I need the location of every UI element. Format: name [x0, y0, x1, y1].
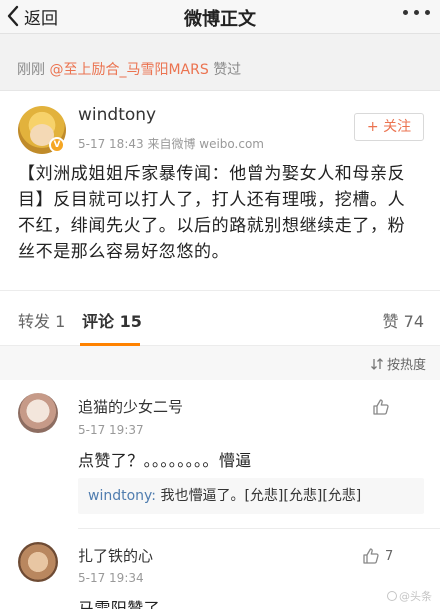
comment-reply[interactable]: windtony: 我也懵逼了。[允悲][允悲][允悲] — [78, 478, 424, 514]
sort-label: 按热度 — [386, 358, 426, 373]
page-title: 微博正文 — [184, 9, 256, 30]
comment-text: 马雪阳赞了 — [78, 599, 161, 609]
verified-badge-icon: V — [49, 137, 65, 153]
comment-list: 追猫的少女二号 5-17 19:37 点赞了？。。。。。。。。懵逼 windto… — [0, 380, 440, 609]
sort-button[interactable]: 按热度 — [370, 354, 426, 373]
weibo-logo-icon — [387, 591, 397, 601]
comment-like-count: 7 — [385, 549, 394, 564]
more-icon[interactable] — [403, 10, 430, 15]
reply-username[interactable]: windtony: — [88, 488, 156, 504]
comment-avatar[interactable] — [18, 542, 58, 582]
tab-repost[interactable]: 转发 1 — [18, 308, 65, 332]
watermark: @头条 — [387, 588, 432, 604]
comment-divider — [78, 528, 440, 529]
comment-avatar[interactable] — [18, 393, 58, 433]
liked-user-link[interactable]: @至上励合_马雪阳MARS — [49, 62, 208, 78]
comment-username[interactable]: 扎了铁的心 — [78, 545, 153, 566]
post-content: 【刘洲成姐姐斥家暴传闻：他曾为娶女人和母亲反目】反目就可以打人了，打人还有理哦，… — [18, 164, 406, 262]
comment-username[interactable]: 追猫的少女二号 — [78, 396, 183, 417]
sort-bar: 按热度 — [0, 346, 440, 380]
post-meta: 5-17 18:43 来自微博 weibo.com — [78, 137, 264, 151]
weibo-post: V windtony 5-17 18:43 来自微博 weibo.com + 关… — [0, 90, 440, 290]
follow-button[interactable]: + 关注 — [354, 113, 424, 141]
post-username[interactable]: windtony — [78, 105, 156, 125]
comment-time: 5-17 19:37 — [78, 423, 144, 437]
comment-text: 点赞了？。。。。。。。。懵逼 — [78, 451, 252, 470]
nav-bar: 返回 微博正文 — [0, 0, 440, 34]
thumbs-up-icon[interactable] — [372, 398, 390, 416]
thumbs-up-icon[interactable] — [362, 547, 380, 565]
reply-text: 我也懵逼了。[允悲][允悲][允悲] — [156, 488, 362, 504]
liked-time: 刚刚 — [17, 62, 45, 78]
liked-action: 赞过 — [213, 62, 242, 78]
watermark-text: @头条 — [399, 590, 432, 603]
tab-likes[interactable]: 赞 74 — [383, 308, 424, 332]
liked-notice: 刚刚 @至上励合_马雪阳MARS 赞过 — [0, 50, 440, 90]
sort-icon — [371, 357, 383, 370]
post-tabs: 转发 1 评论 15 赞 74 — [0, 290, 440, 346]
comment-time: 5-17 19:34 — [78, 571, 144, 585]
tab-comments[interactable]: 评论 15 — [82, 308, 142, 332]
